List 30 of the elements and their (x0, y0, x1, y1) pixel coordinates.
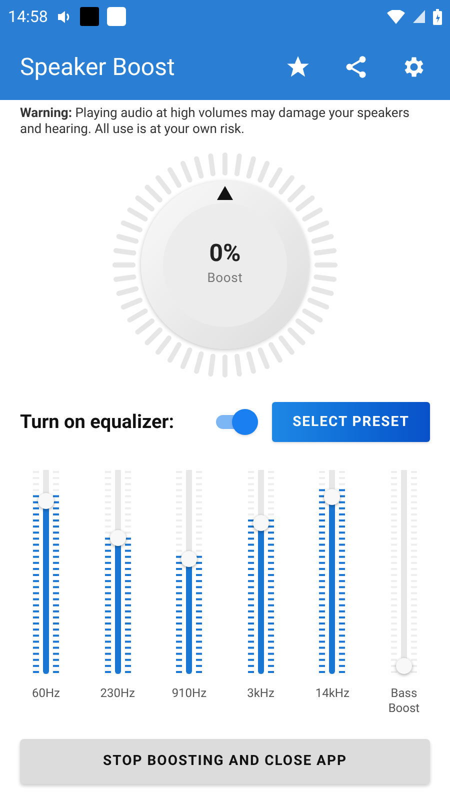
slider-thumb[interactable] (252, 515, 269, 532)
band-label: 910Hz (170, 686, 208, 701)
app-title: Speaker Boost (20, 52, 176, 82)
slider-thumb[interactable] (181, 550, 198, 567)
slider-thumb[interactable] (324, 488, 340, 505)
pointer-icon (217, 186, 233, 200)
band-label: 60Hz (30, 686, 61, 701)
battery-icon (433, 8, 442, 24)
band-label: Bass Boost (387, 686, 421, 716)
volume-icon (56, 8, 72, 24)
notification-icon (80, 7, 99, 26)
warning-text: Warning: Playing audio at high volumes may damage your speakers and hearing. All use is at your own risk. (19, 105, 410, 138)
signal-icon (413, 10, 425, 23)
boost-knob[interactable]: 0% Boost (141, 181, 309, 349)
equalizer-label: Turn on equalizer: (20, 408, 176, 435)
slider-thumb[interactable] (396, 658, 412, 674)
band-label: 230Hz (99, 686, 136, 701)
slider-thumb[interactable] (38, 492, 54, 509)
star-icon (285, 54, 311, 80)
select-preset-button[interactable]: SELECT PRESET (272, 402, 430, 442)
stop-button[interactable]: STOP BOOSTING AND CLOSE APP (20, 739, 430, 784)
equalizer-switch[interactable] (216, 409, 258, 435)
wifi-icon (387, 10, 405, 24)
notification-icon (106, 7, 126, 26)
slider-thumb[interactable] (110, 530, 126, 546)
boost-value: 0% (209, 241, 241, 266)
status-time: 14:58 (8, 6, 48, 28)
band-label: 14kHz (314, 686, 350, 701)
boost-label: Boost (207, 270, 243, 288)
band-label: 3kHz (246, 686, 276, 701)
